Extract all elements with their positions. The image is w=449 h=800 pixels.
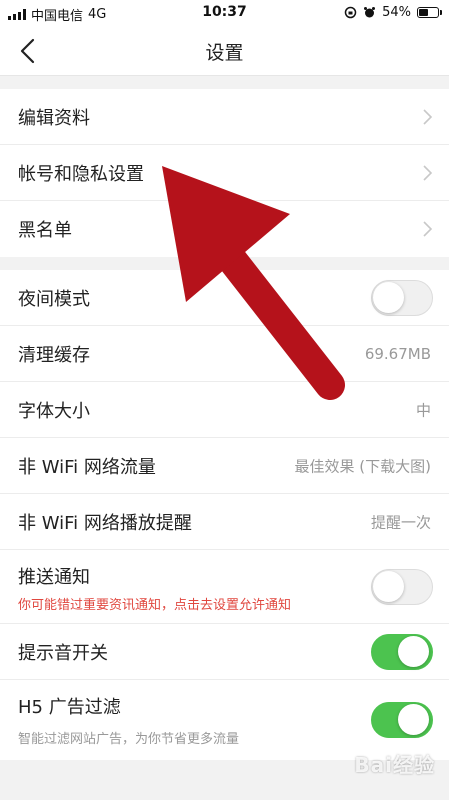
row-blacklist[interactable]: 黑名单 <box>0 201 449 257</box>
row-font-size[interactable]: 字体大小 中 <box>0 382 449 438</box>
row-label: 字体大小 <box>18 400 90 422</box>
row-label: 编辑资料 <box>18 107 90 129</box>
push-warning-text[interactable]: 你可能错过重要资讯通知，点击去设置允许通知 <box>18 594 291 613</box>
toggle-knob <box>398 635 429 667</box>
chevron-right-icon <box>423 164 433 181</box>
row-label: 非 WiFi 网络播放提醒 <box>18 512 192 534</box>
alarm-icon <box>364 7 376 18</box>
row-label: 夜间模式 <box>18 288 90 310</box>
row-label: 黑名单 <box>18 220 72 241</box>
row-edit-profile[interactable]: 编辑资料 <box>0 89 449 145</box>
traffic-value: 最佳效果 (下载大图) <box>294 457 431 475</box>
chevron-right-icon <box>423 108 433 125</box>
row-label: 推送通知 <box>18 567 90 588</box>
battery-percent: 54% <box>382 5 411 20</box>
page-title: 设置 <box>205 42 244 64</box>
row-label: 非 WiFi 网络流量 <box>18 456 156 478</box>
profile-settings-group: 编辑资料 帐号和隐私设置 黑名单 <box>0 89 449 257</box>
cache-size-value: 69.67MB <box>364 344 431 363</box>
toggle-knob <box>373 570 404 602</box>
play-reminder-value: 提醒一次 <box>370 513 431 531</box>
row-label: 清理缓存 <box>18 344 90 366</box>
night-mode-toggle[interactable] <box>371 279 433 316</box>
font-size-value: 中 <box>415 401 431 419</box>
nav-bar: 设置 <box>0 26 449 76</box>
row-sound-switch: 提示音开关 <box>0 624 449 680</box>
row-non-wifi-play[interactable]: 非 WiFi 网络播放提醒 提醒一次 <box>0 494 449 550</box>
ad-filter-toggle[interactable] <box>371 702 433 738</box>
row-label: H5 广告过滤 <box>18 697 121 718</box>
row-h5-ad-filter: H5 广告过滤 智能过滤网站广告，为你节省更多流量 <box>0 680 449 760</box>
row-label: 帐号和隐私设置 <box>18 163 144 185</box>
row-label: 提示音开关 <box>18 642 108 664</box>
push-notification-toggle[interactable] <box>371 568 433 605</box>
watermark: Bai经验 <box>354 753 435 777</box>
rotation-lock-icon <box>344 6 357 19</box>
row-push-notification: 推送通知 你可能错过重要资讯通知，点击去设置允许通知 <box>0 550 449 624</box>
general-settings-group: 夜间模式 清理缓存 69.67MB 字体大小 中 非 WiFi 网络流量 最佳效… <box>0 270 449 760</box>
row-clear-cache[interactable]: 清理缓存 69.67MB <box>0 326 449 382</box>
toggle-knob <box>373 281 404 313</box>
battery-icon <box>417 7 442 18</box>
row-non-wifi-traffic[interactable]: 非 WiFi 网络流量 最佳效果 (下载大图) <box>0 438 449 494</box>
sound-toggle[interactable] <box>371 633 433 670</box>
chevron-right-icon <box>423 221 433 237</box>
toggle-knob <box>398 704 429 735</box>
row-account-privacy[interactable]: 帐号和隐私设置 <box>0 145 449 201</box>
ad-filter-description: 智能过滤网站广告，为你节省更多流量 <box>18 732 240 747</box>
row-night-mode: 夜间模式 <box>0 270 449 326</box>
status-right: 54% <box>344 5 442 20</box>
status-bar: 中国电信 4G 10:37 54% <box>0 0 449 26</box>
